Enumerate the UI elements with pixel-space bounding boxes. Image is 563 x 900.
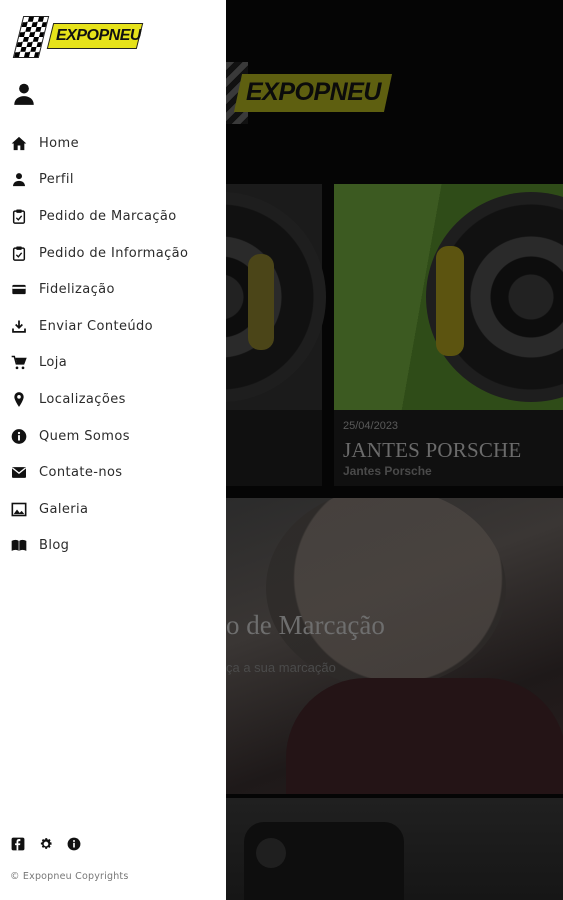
mail-icon: [10, 464, 27, 481]
contact-banner[interactable]: [226, 798, 563, 900]
info-icon[interactable]: [66, 836, 81, 851]
drawer-menu: Home Perfil Pedido de Marcação Pedido de…: [0, 125, 226, 564]
banner-subtitle: ça a sua marcação: [226, 660, 336, 675]
article-subtitle: Jantes Porsche: [343, 464, 432, 478]
location-pin-icon: [10, 391, 27, 408]
upload-icon: [10, 318, 27, 335]
home-icon: [10, 135, 27, 152]
menu-item-contate-nos[interactable]: Contate-nos: [0, 454, 226, 491]
drawer-footer-icons: [10, 836, 81, 851]
header-logo: EXPOPNEU: [226, 62, 393, 124]
menu-item-localizacoes[interactable]: Localizações: [0, 381, 226, 418]
menu-item-perfil[interactable]: Perfil: [0, 162, 226, 199]
person-icon[interactable]: [11, 81, 37, 107]
article-image: [334, 184, 563, 410]
article-card[interactable]: 25/04/2023 JANTES PORSCHE Jantes Porsche: [334, 184, 563, 486]
cart-icon: [10, 354, 27, 371]
article-image: [116, 184, 326, 410]
gear-icon[interactable]: [38, 836, 53, 851]
booking-banner[interactable]: o de Marcação ça a sua marcação: [226, 498, 563, 794]
card-icon: [10, 281, 27, 298]
person-icon: [10, 171, 27, 188]
clipboard-icon: [10, 245, 27, 262]
drawer-logo[interactable]: EXPOPNEU: [12, 16, 144, 58]
article-card[interactable]: [116, 184, 326, 486]
article-title: JANTES PORSCHE: [343, 438, 522, 462]
menu-item-pedido-marcacao[interactable]: Pedido de Marcação: [0, 198, 226, 235]
menu-item-loja[interactable]: Loja: [0, 345, 226, 382]
article-date: 25/04/2023: [343, 420, 399, 432]
menu-item-home[interactable]: Home: [0, 125, 226, 162]
menu-item-fidelizacao[interactable]: Fidelização: [0, 271, 226, 308]
copyright-text: © Expopneu Copyrights: [10, 871, 129, 882]
menu-item-blog[interactable]: Blog: [0, 528, 226, 565]
book-icon: [10, 537, 27, 554]
menu-item-quem-somos[interactable]: Quem Somos: [0, 418, 226, 455]
info-icon: [10, 428, 27, 445]
facebook-icon[interactable]: [10, 836, 25, 851]
menu-item-pedido-informacao[interactable]: Pedido de Informação: [0, 235, 226, 272]
clipboard-icon: [10, 208, 27, 225]
menu-item-enviar-conteudo[interactable]: Enviar Conteúdo: [0, 308, 226, 345]
banner-title: o de Marcação: [226, 610, 385, 640]
navigation-drawer: EXPOPNEU Home Perfil Pedido de Marcação: [0, 0, 226, 900]
menu-item-galeria[interactable]: Galeria: [0, 491, 226, 528]
image-icon: [10, 501, 27, 518]
